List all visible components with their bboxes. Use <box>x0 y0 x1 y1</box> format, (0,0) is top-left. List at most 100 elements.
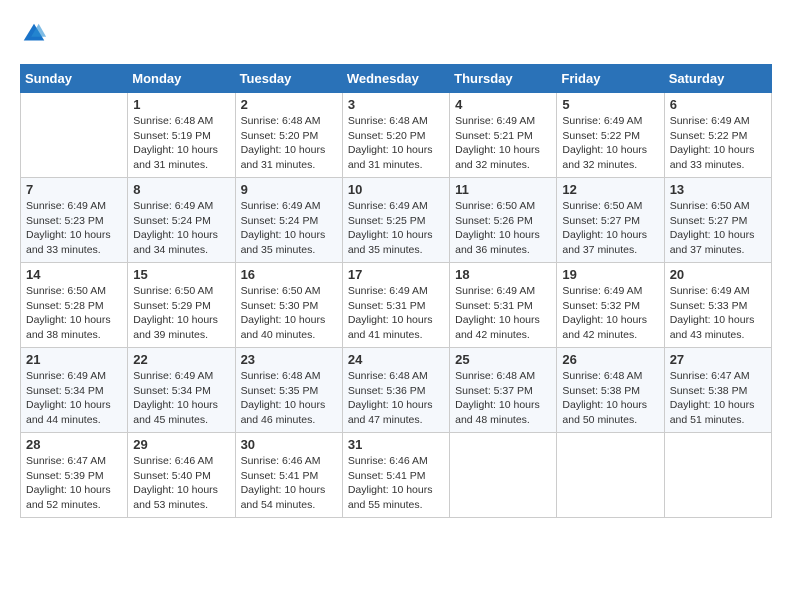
day-number: 27 <box>670 352 766 367</box>
day-info: Sunrise: 6:49 AM Sunset: 5:23 PM Dayligh… <box>26 199 122 258</box>
day-info: Sunrise: 6:49 AM Sunset: 5:21 PM Dayligh… <box>455 114 551 173</box>
day-info: Sunrise: 6:49 AM Sunset: 5:22 PM Dayligh… <box>562 114 658 173</box>
day-info: Sunrise: 6:50 AM Sunset: 5:29 PM Dayligh… <box>133 284 229 343</box>
day-number: 6 <box>670 97 766 112</box>
day-info: Sunrise: 6:49 AM Sunset: 5:34 PM Dayligh… <box>133 369 229 428</box>
day-info: Sunrise: 6:46 AM Sunset: 5:41 PM Dayligh… <box>348 454 444 513</box>
day-info: Sunrise: 6:49 AM Sunset: 5:33 PM Dayligh… <box>670 284 766 343</box>
day-info: Sunrise: 6:47 AM Sunset: 5:38 PM Dayligh… <box>670 369 766 428</box>
day-info: Sunrise: 6:48 AM Sunset: 5:20 PM Dayligh… <box>241 114 337 173</box>
day-info: Sunrise: 6:49 AM Sunset: 5:25 PM Dayligh… <box>348 199 444 258</box>
calendar-cell: 15 Sunrise: 6:50 AM Sunset: 5:29 PM Dayli… <box>128 263 235 348</box>
calendar-cell: 22 Sunrise: 6:49 AM Sunset: 5:34 PM Dayli… <box>128 348 235 433</box>
day-info: Sunrise: 6:49 AM Sunset: 5:31 PM Dayligh… <box>348 284 444 343</box>
day-number: 2 <box>241 97 337 112</box>
day-info: Sunrise: 6:49 AM Sunset: 5:24 PM Dayligh… <box>133 199 229 258</box>
day-number: 4 <box>455 97 551 112</box>
calendar-cell: 24 Sunrise: 6:48 AM Sunset: 5:36 PM Dayli… <box>342 348 449 433</box>
day-number: 19 <box>562 267 658 282</box>
calendar-cell: 26 Sunrise: 6:48 AM Sunset: 5:38 PM Dayli… <box>557 348 664 433</box>
calendar-cell: 25 Sunrise: 6:48 AM Sunset: 5:37 PM Dayli… <box>450 348 557 433</box>
weekday-header-monday: Monday <box>128 65 235 93</box>
day-number: 12 <box>562 182 658 197</box>
day-number: 3 <box>348 97 444 112</box>
calendar-cell: 30Sunrise: 6:46 AM Sunset: 5:41 PM Dayli… <box>235 433 342 518</box>
day-info: Sunrise: 6:48 AM Sunset: 5:35 PM Dayligh… <box>241 369 337 428</box>
day-info: Sunrise: 6:47 AM Sunset: 5:39 PM Dayligh… <box>26 454 122 513</box>
day-number: 22 <box>133 352 229 367</box>
day-info: Sunrise: 6:48 AM Sunset: 5:36 PM Dayligh… <box>348 369 444 428</box>
day-number: 11 <box>455 182 551 197</box>
calendar-week-row: 21Sunrise: 6:49 AM Sunset: 5:34 PM Dayli… <box>21 348 772 433</box>
day-info: Sunrise: 6:49 AM Sunset: 5:32 PM Dayligh… <box>562 284 658 343</box>
logo-icon <box>20 20 48 48</box>
calendar-cell: 9 Sunrise: 6:49 AM Sunset: 5:24 PM Daylig… <box>235 178 342 263</box>
calendar-cell <box>21 93 128 178</box>
day-number: 9 <box>241 182 337 197</box>
day-info: Sunrise: 6:50 AM Sunset: 5:26 PM Dayligh… <box>455 199 551 258</box>
day-number: 8 <box>133 182 229 197</box>
day-info: Sunrise: 6:48 AM Sunset: 5:19 PM Dayligh… <box>133 114 229 173</box>
weekday-header-sunday: Sunday <box>21 65 128 93</box>
calendar-cell: 27 Sunrise: 6:47 AM Sunset: 5:38 PM Dayli… <box>664 348 771 433</box>
calendar-cell: 2 Sunrise: 6:48 AM Sunset: 5:20 PM Daylig… <box>235 93 342 178</box>
calendar-cell <box>664 433 771 518</box>
day-info: Sunrise: 6:49 AM Sunset: 5:34 PM Dayligh… <box>26 369 122 428</box>
calendar-table: SundayMondayTuesdayWednesdayThursdayFrid… <box>20 64 772 518</box>
weekday-header-friday: Friday <box>557 65 664 93</box>
day-number: 17 <box>348 267 444 282</box>
day-number: 28 <box>26 437 122 452</box>
day-info: Sunrise: 6:48 AM Sunset: 5:37 PM Dayligh… <box>455 369 551 428</box>
day-info: Sunrise: 6:49 AM Sunset: 5:22 PM Dayligh… <box>670 114 766 173</box>
weekday-header-saturday: Saturday <box>664 65 771 93</box>
calendar-cell <box>557 433 664 518</box>
calendar-cell: 7 Sunrise: 6:49 AM Sunset: 5:23 PM Daylig… <box>21 178 128 263</box>
day-info: Sunrise: 6:48 AM Sunset: 5:38 PM Dayligh… <box>562 369 658 428</box>
calendar-cell: 11 Sunrise: 6:50 AM Sunset: 5:26 PM Dayli… <box>450 178 557 263</box>
day-info: Sunrise: 6:50 AM Sunset: 5:30 PM Dayligh… <box>241 284 337 343</box>
day-number: 26 <box>562 352 658 367</box>
calendar-cell: 16 Sunrise: 6:50 AM Sunset: 5:30 PM Dayli… <box>235 263 342 348</box>
day-number: 1 <box>133 97 229 112</box>
calendar-cell: 17 Sunrise: 6:49 AM Sunset: 5:31 PM Dayli… <box>342 263 449 348</box>
calendar-week-row: 7 Sunrise: 6:49 AM Sunset: 5:23 PM Daylig… <box>21 178 772 263</box>
weekday-header-thursday: Thursday <box>450 65 557 93</box>
day-number: 5 <box>562 97 658 112</box>
day-number: 31 <box>348 437 444 452</box>
day-info: Sunrise: 6:50 AM Sunset: 5:27 PM Dayligh… <box>562 199 658 258</box>
calendar-cell: 13 Sunrise: 6:50 AM Sunset: 5:27 PM Dayli… <box>664 178 771 263</box>
calendar-cell: 5 Sunrise: 6:49 AM Sunset: 5:22 PM Daylig… <box>557 93 664 178</box>
calendar-cell: 31 Sunrise: 6:46 AM Sunset: 5:41 PM Dayli… <box>342 433 449 518</box>
day-number: 25 <box>455 352 551 367</box>
day-number: 20 <box>670 267 766 282</box>
calendar-cell: 28 Sunrise: 6:47 AM Sunset: 5:39 PM Dayli… <box>21 433 128 518</box>
day-number: 16 <box>241 267 337 282</box>
calendar-week-row: 1 Sunrise: 6:48 AM Sunset: 5:19 PM Daylig… <box>21 93 772 178</box>
calendar-cell: 19 Sunrise: 6:49 AM Sunset: 5:32 PM Dayli… <box>557 263 664 348</box>
day-number: 14 <box>26 267 122 282</box>
day-number: 18 <box>455 267 551 282</box>
day-info: Sunrise: 6:49 AM Sunset: 5:24 PM Dayligh… <box>241 199 337 258</box>
weekday-header-tuesday: Tuesday <box>235 65 342 93</box>
day-number: 29 <box>133 437 229 452</box>
day-number: 7 <box>26 182 122 197</box>
day-number: 24 <box>348 352 444 367</box>
calendar-cell: 4 Sunrise: 6:49 AM Sunset: 5:21 PM Daylig… <box>450 93 557 178</box>
day-number: 13 <box>670 182 766 197</box>
page-header <box>20 20 772 48</box>
logo <box>20 20 52 48</box>
calendar-cell: 21Sunrise: 6:49 AM Sunset: 5:34 PM Dayli… <box>21 348 128 433</box>
weekday-header-wednesday: Wednesday <box>342 65 449 93</box>
day-info: Sunrise: 6:48 AM Sunset: 5:20 PM Dayligh… <box>348 114 444 173</box>
weekday-header-row: SundayMondayTuesdayWednesdayThursdayFrid… <box>21 65 772 93</box>
calendar-cell: 20 Sunrise: 6:49 AM Sunset: 5:33 PM Dayli… <box>664 263 771 348</box>
calendar-cell: 6 Sunrise: 6:49 AM Sunset: 5:22 PM Daylig… <box>664 93 771 178</box>
day-number: 23 <box>241 352 337 367</box>
calendar-cell: 10Sunrise: 6:49 AM Sunset: 5:25 PM Dayli… <box>342 178 449 263</box>
calendar-cell: 29Sunrise: 6:46 AM Sunset: 5:40 PM Dayli… <box>128 433 235 518</box>
day-number: 15 <box>133 267 229 282</box>
day-info: Sunrise: 6:46 AM Sunset: 5:41 PM Dayligh… <box>241 454 337 513</box>
calendar-cell: 14Sunrise: 6:50 AM Sunset: 5:28 PM Dayli… <box>21 263 128 348</box>
calendar-cell <box>450 433 557 518</box>
day-info: Sunrise: 6:50 AM Sunset: 5:27 PM Dayligh… <box>670 199 766 258</box>
